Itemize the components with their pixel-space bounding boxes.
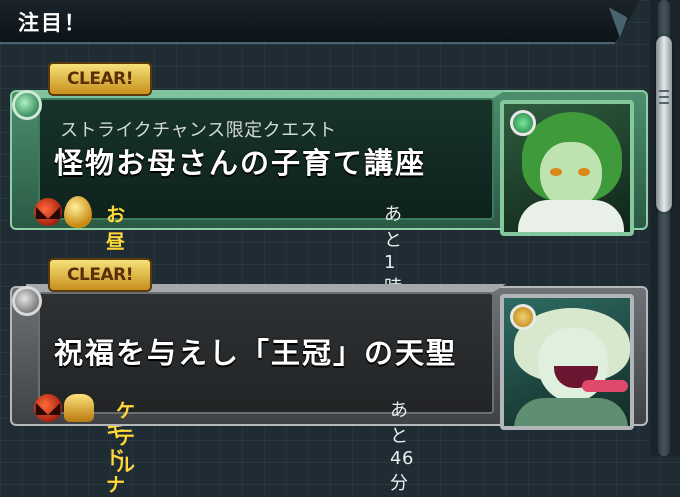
character-eye: [550, 168, 562, 176]
boss-portrait: [500, 100, 634, 236]
devil-icon: ◣◢: [34, 198, 62, 226]
quest-title: 祝福を与えし「王冠」の天聖: [54, 336, 458, 370]
time-remaining: あと46分: [390, 400, 414, 494]
character-face: [540, 142, 602, 208]
character-body: [518, 200, 624, 232]
scrollbar-grip-line: [659, 90, 669, 92]
light-element-icon: [510, 304, 536, 330]
clear-badge: CLEAR!: [48, 62, 152, 96]
section-title: 注目！: [18, 11, 87, 35]
scrollbar-grip-line: [659, 102, 669, 104]
boss-portrait: [500, 294, 634, 430]
quest-title: 怪物お母さんの子育て講座: [54, 146, 427, 180]
pin-icon: [12, 90, 42, 120]
devil-icon: ◣◢: [34, 394, 62, 422]
section-header: 注目！: [0, 0, 640, 44]
character-tongue: [582, 380, 628, 392]
boss-name: ケテル: [116, 400, 137, 476]
pin-icon: [12, 286, 42, 316]
scrollbar-thumb[interactable]: [656, 36, 672, 212]
quest-subtitle: ストライクチャンス限定クエスト: [60, 120, 337, 141]
clear-badge: CLEAR!: [48, 258, 152, 292]
character-body: [514, 398, 628, 426]
scrollbar-grip-line: [659, 96, 669, 98]
wood-element-icon: [510, 110, 536, 136]
gold-egg-icon: [64, 394, 94, 422]
character-eye: [578, 168, 590, 176]
egg-icon: [64, 196, 92, 228]
